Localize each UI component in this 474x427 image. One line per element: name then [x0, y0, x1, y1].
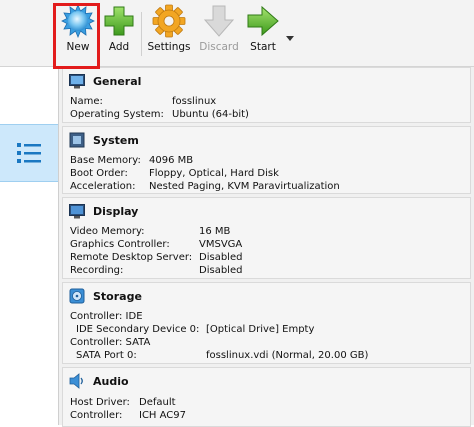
add-button[interactable]: Add	[103, 4, 135, 62]
general-header: General	[69, 72, 141, 90]
general-os-value: Ubuntu (64-bit)	[172, 109, 249, 120]
audio-controller-label: Controller:	[70, 410, 123, 421]
display-vmem-label: Video Memory:	[70, 226, 145, 237]
display-rec-label: Recording:	[70, 265, 124, 276]
storage-ide-device-value: [Optical Drive] Empty	[206, 324, 315, 335]
gear-icon	[152, 4, 186, 38]
start-arrow-right-icon	[247, 5, 279, 37]
audio-header: Audio	[69, 372, 129, 390]
plus-icon	[104, 6, 134, 36]
storage-sata-controller: Controller: SATA	[70, 337, 151, 348]
system-header: System	[69, 131, 139, 149]
discard-button-label: Discard	[199, 41, 239, 53]
system-memory-value: 4096 MB	[149, 155, 194, 166]
system-accel-value: Nested Paging, KVM Paravirtualization	[149, 181, 340, 192]
audio-title: Audio	[93, 374, 129, 388]
general-os-label: Operating System:	[70, 109, 164, 120]
details-list-icon	[17, 143, 41, 163]
storage-header: Storage	[69, 287, 142, 305]
settings-button[interactable]: Settings	[146, 4, 192, 62]
details-tool-button[interactable]	[0, 124, 58, 182]
storage-title: Storage	[93, 289, 142, 303]
audio-section[interactable]: Audio Host Driver: Default Controller: I…	[62, 367, 471, 427]
storage-section[interactable]: Storage Controller: IDE IDE Secondary De…	[62, 282, 471, 364]
start-button[interactable]: Start	[245, 4, 281, 62]
discard-button[interactable]: Discard	[198, 4, 240, 62]
toolbar-separator	[141, 12, 142, 56]
display-rds-label: Remote Desktop Server:	[70, 252, 193, 263]
storage-disk-icon	[69, 288, 85, 304]
system-chip-icon	[69, 132, 85, 148]
tools-pane-header	[0, 67, 58, 125]
display-section[interactable]: Display Video Memory: 16 MB Graphics Con…	[62, 197, 471, 279]
general-name-label: Name:	[70, 96, 103, 107]
audio-host-label: Host Driver:	[70, 397, 130, 408]
display-monitor-icon	[69, 203, 85, 218]
system-boot-label: Boot Order:	[70, 168, 128, 179]
details-pane: General Name: fosslinux Operating System…	[59, 67, 474, 427]
display-title: Display	[93, 204, 139, 218]
start-button-label: Start	[250, 41, 276, 53]
display-rec-value: Disabled	[199, 265, 243, 276]
discard-arrow-down-icon	[203, 5, 235, 37]
tools-pane	[0, 67, 59, 425]
general-name-value: fosslinux	[172, 96, 217, 107]
audio-host-value: Default	[139, 397, 176, 408]
audio-speaker-icon	[69, 373, 83, 389]
audio-controller-value: ICH AC97	[139, 410, 187, 421]
storage-ide-controller: Controller: IDE	[70, 311, 143, 322]
storage-ide-device-label: IDE Secondary Device 0:	[76, 324, 200, 335]
system-boot-value: Floppy, Optical, Hard Disk	[149, 168, 279, 179]
general-monitor-icon	[69, 73, 85, 88]
new-button-highlight	[53, 3, 100, 69]
general-section[interactable]: General Name: fosslinux Operating System…	[62, 67, 471, 123]
system-accel-label: Acceleration:	[70, 181, 136, 192]
start-dropdown-arrow-icon[interactable]	[286, 36, 294, 42]
display-header: Display	[69, 202, 138, 220]
display-gc-value: VMSVGA	[199, 239, 243, 250]
storage-sata-port-value: fosslinux.vdi (Normal, 20.00 GB)	[206, 350, 369, 361]
display-gc-label: Graphics Controller:	[70, 239, 170, 250]
storage-sata-port-label: SATA Port 0:	[76, 350, 137, 361]
system-title: System	[93, 133, 139, 147]
system-section[interactable]: System Base Memory: 4096 MB Boot Order: …	[62, 126, 471, 194]
system-memory-label: Base Memory:	[70, 155, 141, 166]
settings-button-label: Settings	[147, 41, 191, 53]
general-title: General	[93, 74, 142, 88]
display-vmem-value: 16 MB	[199, 226, 231, 237]
add-button-label: Add	[108, 41, 130, 53]
display-rds-value: Disabled	[199, 252, 243, 263]
